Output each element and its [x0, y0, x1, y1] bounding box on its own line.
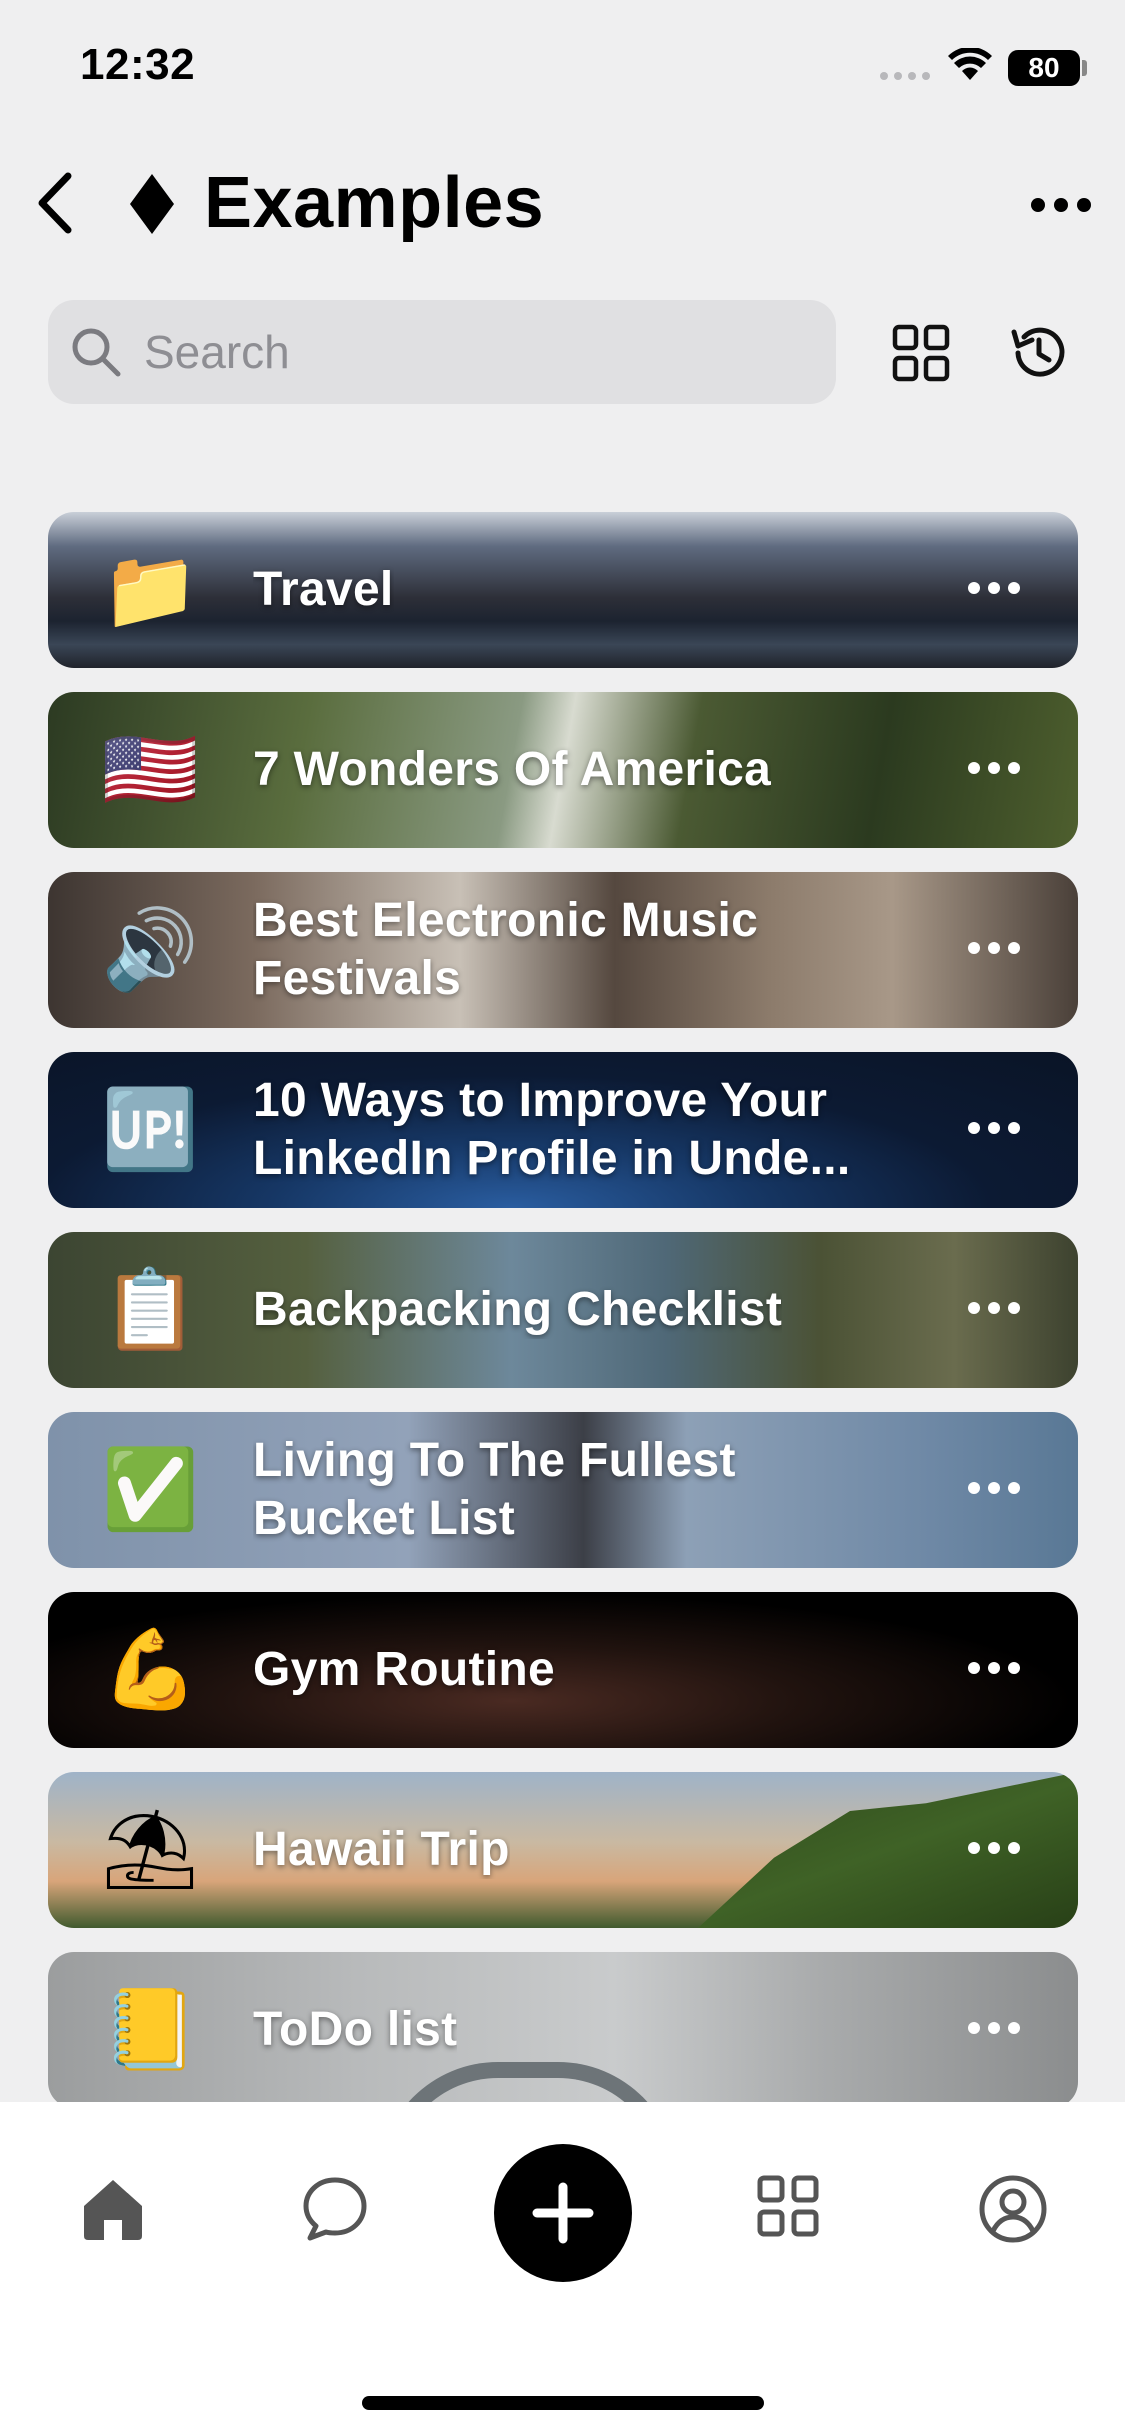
more-options-icon[interactable] — [966, 754, 1022, 782]
wifi-icon — [948, 48, 992, 80]
battery-cap — [1082, 60, 1087, 76]
grid-view-icon[interactable] — [892, 324, 950, 382]
more-options-icon[interactable] — [1030, 190, 1092, 220]
list-item[interactable]: 💪 Gym Routine — [48, 1592, 1078, 1748]
status-bar: 12:32 80 — [0, 0, 1125, 140]
add-button[interactable] — [494, 2144, 632, 2282]
search-bar[interactable] — [48, 300, 836, 404]
more-options-icon[interactable] — [966, 934, 1022, 962]
check-mark-icon: ✅ — [101, 1445, 199, 1535]
battery-icon: 80 — [1008, 50, 1080, 86]
list-item[interactable]: ⛱ Hawaii Trip — [48, 1772, 1078, 1928]
speaker-icon: 🔊 — [101, 905, 199, 995]
list-item[interactable]: 🔊 Best Electronic Music Festivals — [48, 872, 1078, 1028]
more-options-icon[interactable] — [966, 1114, 1022, 1142]
folder-icon: 📁 — [101, 545, 199, 635]
list-item-title: Gym Routine — [253, 1643, 555, 1696]
search-input[interactable] — [144, 325, 804, 379]
list-item[interactable]: 🇺🇸 7 Wonders Of America — [48, 692, 1078, 848]
notebook-icon: 📒 — [101, 1985, 199, 2075]
list-item-title: Living To The Fullest Bucket List — [253, 1434, 736, 1545]
list-collection: 📁 Travel 🇺🇸 7 Wonders Of America 🔊 Best … — [48, 512, 1078, 2102]
list-item[interactable]: 📁 Travel — [48, 512, 1078, 668]
grid-icon[interactable] — [756, 2174, 820, 2238]
clipboard-icon: 📋 — [101, 1265, 199, 1355]
profile-icon[interactable] — [978, 2174, 1048, 2244]
list-item-title: Best Electronic Music Festivals — [253, 894, 759, 1005]
more-options-icon[interactable] — [966, 1294, 1022, 1322]
chat-icon[interactable] — [300, 2174, 370, 2244]
tab-bar — [0, 2102, 1125, 2436]
search-icon — [72, 328, 121, 377]
list-item-title: Travel — [253, 563, 394, 616]
diamond-icon — [130, 174, 174, 234]
flexed-biceps-icon: 💪 — [101, 1625, 199, 1715]
plus-icon — [532, 2182, 594, 2244]
more-options-icon[interactable] — [966, 1654, 1022, 1682]
back-chevron-icon[interactable] — [28, 168, 82, 238]
more-options-icon[interactable] — [966, 1834, 1022, 1862]
list-item-title: 10 Ways to Improve Your LinkedIn Profile… — [253, 1074, 851, 1185]
list-item[interactable]: 📋 Backpacking Checklist — [48, 1232, 1078, 1388]
list-item[interactable]: ✅ Living To The Fullest Bucket List — [48, 1412, 1078, 1568]
up-badge-icon: 🆙 — [101, 1085, 199, 1175]
home-icon[interactable] — [78, 2174, 148, 2244]
list-item-title: Backpacking Checklist — [253, 1283, 783, 1336]
list-item-title: ToDo list — [253, 2003, 458, 2056]
navigation-header: Examples — [0, 150, 1125, 260]
battery-level: 80 — [1028, 52, 1060, 83]
home-indicator — [362, 2396, 764, 2410]
status-time: 12:32 — [80, 40, 196, 89]
more-options-icon[interactable] — [966, 574, 1022, 602]
list-item[interactable]: 🆙 10 Ways to Improve Your LinkedIn Profi… — [48, 1052, 1078, 1208]
cellular-signal-icon — [880, 72, 930, 80]
page-title: Examples — [204, 163, 545, 243]
list-item-title: 7 Wonders Of America — [253, 743, 772, 796]
list-item-title: Hawaii Trip — [253, 1823, 510, 1876]
more-options-icon[interactable] — [966, 2014, 1022, 2042]
more-options-icon[interactable] — [966, 1474, 1022, 1502]
beach-umbrella-icon: ⛱ — [100, 1805, 200, 1895]
history-icon[interactable] — [1006, 320, 1072, 386]
list-item[interactable]: 📒 ToDo list — [48, 1952, 1078, 2102]
us-flag-icon: 🇺🇸 — [101, 725, 199, 815]
